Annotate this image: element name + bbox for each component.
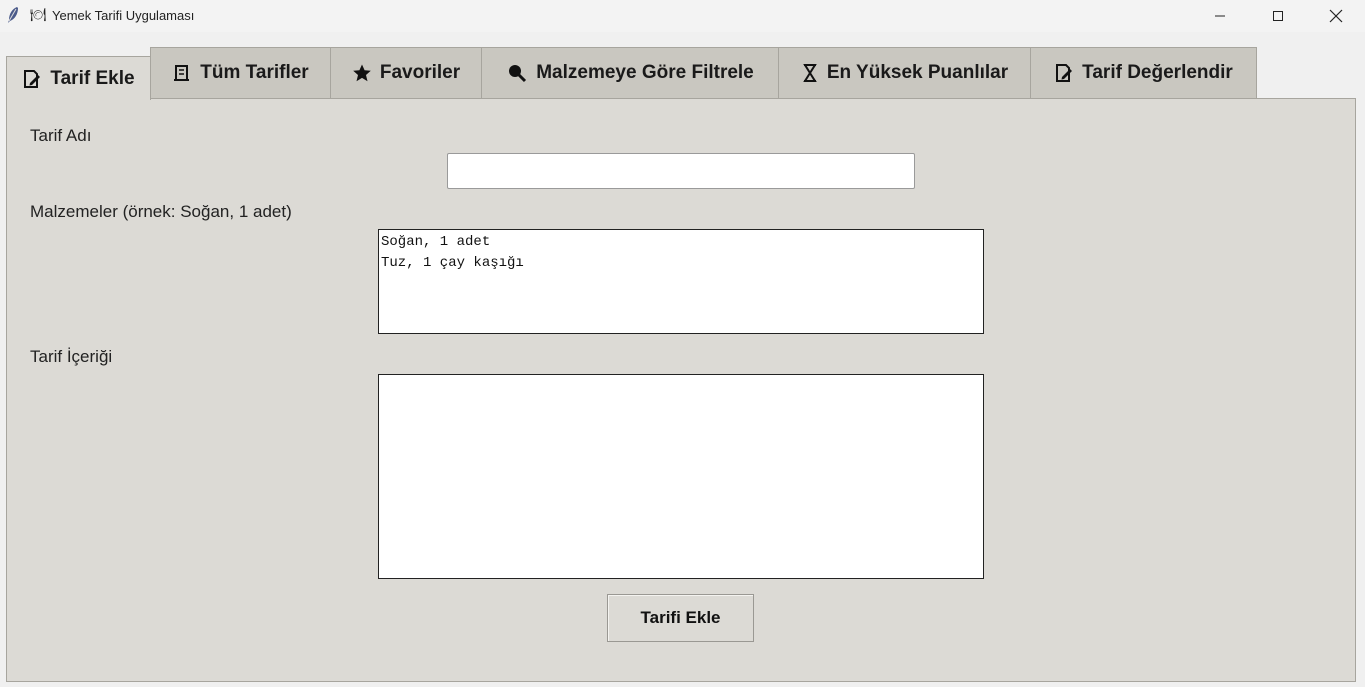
tab-label: Tüm Tarifler — [200, 62, 309, 83]
tab-label: Tarif Ekle — [50, 67, 135, 89]
tab-en-yuksek-puanlilar[interactable]: En Yüksek Puanlılar — [778, 47, 1031, 98]
add-recipe-button[interactable]: Tarifi Ekle — [607, 594, 754, 642]
plate-icon: 🍽 — [30, 7, 47, 22]
maximize-icon — [1272, 10, 1284, 22]
title-bar: 🍽 Yemek Tarifi Uygulaması — [0, 0, 1365, 32]
recipe-name-input[interactable] — [447, 153, 915, 189]
tab-label: Malzemeye Göre Filtrele — [536, 62, 754, 83]
window-title: Yemek Tarifi Uygulaması — [52, 8, 195, 23]
scroll-icon — [172, 63, 192, 83]
tab-bar: Tüm Tarifler Favoriler Malzemeye Göre Fi… — [6, 46, 1356, 100]
star-icon — [352, 63, 372, 83]
tab-label: Favoriler — [379, 62, 461, 83]
close-icon — [1329, 9, 1343, 23]
edit-document-icon — [1054, 63, 1074, 83]
notebook: Tüm Tarifler Favoriler Malzemeye Göre Fi… — [6, 46, 1356, 682]
edit-document-icon — [22, 69, 42, 89]
recipe-content-textbox[interactable] — [378, 374, 984, 579]
minimize-icon — [1214, 10, 1226, 22]
hourglass-icon — [801, 63, 819, 83]
feather-icon — [6, 6, 20, 24]
tab-favoriler[interactable]: Favoriler — [330, 47, 482, 98]
maximize-button[interactable] — [1249, 0, 1307, 32]
recipe-name-label: Tarif Adı — [30, 126, 92, 145]
tab-panel-tarif-ekle: Tarif Adı Malzemeler (örnek: Soğan, 1 ad… — [6, 98, 1356, 682]
tab-label: Tarif Değerlendir — [1082, 62, 1233, 83]
tab-tarif-ekle[interactable]: Tarif Ekle — [6, 56, 151, 100]
tab-tum-tarifler[interactable]: Tüm Tarifler — [150, 47, 331, 98]
tab-label: En Yüksek Puanlılar — [826, 62, 1009, 83]
ingredients-label: Malzemeler (örnek: Soğan, 1 adet) — [30, 202, 292, 221]
tab-malzemeye-gore-filtrele[interactable]: Malzemeye Göre Filtrele — [481, 47, 779, 98]
recipe-content-label: Tarif İçeriği — [30, 347, 113, 366]
tab-tarif-degerlendir[interactable]: Tarif Değerlendir — [1030, 47, 1257, 98]
close-button[interactable] — [1307, 0, 1365, 32]
magnifier-icon — [506, 63, 528, 83]
minimize-button[interactable] — [1191, 0, 1249, 32]
ingredients-textbox[interactable]: Soğan, 1 adet Tuz, 1 çay kaşığı — [378, 229, 984, 334]
